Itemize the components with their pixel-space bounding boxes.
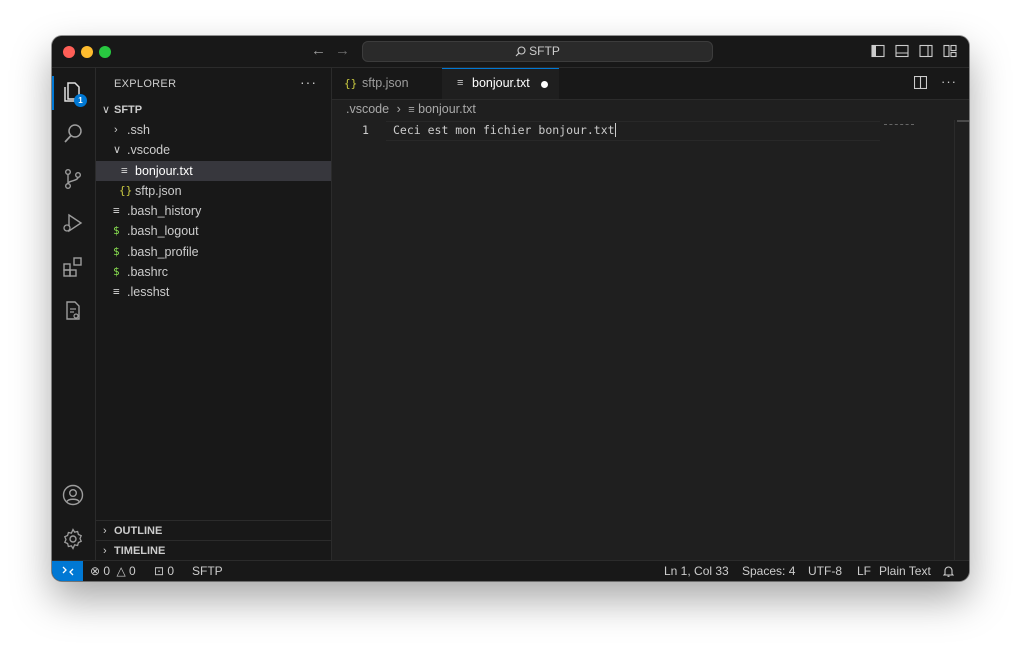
json-icon: {} (344, 77, 358, 90)
notifications-bell-icon[interactable] (942, 561, 955, 581)
language-mode[interactable]: Plain Text (879, 561, 931, 581)
tree-item-bonjour-txt[interactable]: ≡ bonjour.txt (96, 161, 331, 181)
command-center-label: SFTP (529, 44, 560, 58)
line-number: 1 (362, 123, 369, 137)
more-actions-icon[interactable]: ··· (300, 74, 317, 90)
tab-sftp-json[interactable]: {} sftp.json (332, 68, 442, 99)
unsaved-dot-icon[interactable] (541, 81, 548, 88)
code-text: Ceci est mon fichier bonjour.txt (393, 123, 615, 137)
run-debug-icon[interactable] (61, 211, 87, 237)
timeline-header: › TIMELINE (96, 541, 331, 561)
tree-item-bash-history[interactable]: ≡ .bash_history (96, 201, 331, 221)
indentation[interactable]: Spaces: 4 (742, 561, 795, 581)
source-control-icon[interactable] (61, 167, 87, 193)
error-icon: ⊗ (90, 564, 101, 578)
editor-tabs: {} sftp.json ≡ bonjour.txt ··· (332, 68, 969, 100)
tree-item-bash-logout[interactable]: $ .bash_logout (96, 221, 331, 241)
status-bar: ⊗ 0 △ 0 ⊡ 0 SFTP Ln 1, Col 33 Spaces: 4 … (52, 560, 969, 581)
vscode-window: ← → SFTP 1 EXPLORER ··· ∨ SFTP › .ssh ∨ … (52, 36, 969, 581)
text-file-icon: ≡ (113, 285, 120, 298)
toggle-primary-sidebar-icon[interactable] (871, 44, 885, 58)
search-icon (515, 46, 526, 57)
chevron-right-icon: › (114, 124, 118, 136)
text-file-icon: ≡ (121, 164, 128, 177)
text-file-icon: ≡ (408, 104, 415, 116)
text-file-icon: ≡ (113, 204, 120, 217)
accounts-icon[interactable] (61, 483, 87, 509)
toggle-secondary-sidebar-icon[interactable] (919, 44, 933, 58)
minimap[interactable] (884, 124, 914, 127)
tab-bonjour-txt[interactable]: ≡ bonjour.txt (442, 68, 559, 99)
explorer-badge: 1 (74, 94, 87, 107)
toggle-panel-icon[interactable] (895, 44, 909, 58)
tree-item-bashrc[interactable]: $ .bashrc (96, 262, 331, 282)
ports-indicator[interactable]: ⊡ 0 (154, 561, 174, 581)
warning-icon: △ (116, 564, 126, 578)
shell-script-icon: $ (113, 265, 120, 278)
tree-item-ssh[interactable]: › .ssh (96, 120, 331, 140)
breadcrumb-folder[interactable]: .vscode (346, 102, 389, 116)
overview-ruler-marker (957, 120, 969, 122)
layout-controls (871, 44, 957, 58)
command-center-search[interactable]: SFTP (362, 41, 713, 62)
shell-script-icon: $ (113, 224, 120, 237)
json-icon: {} (119, 184, 133, 197)
text-cursor (614, 123, 616, 137)
breadcrumb: .vscode › ≡ bonjour.txt (346, 102, 476, 116)
explorer-sidebar: EXPLORER ··· ∨ SFTP › .ssh ∨ .vscode ≡ b… (96, 68, 332, 560)
forward-arrow-icon[interactable]: → (335, 42, 350, 60)
outline-section[interactable]: › OUTLINE (96, 520, 331, 537)
remote-explorer-icon[interactable] (61, 299, 87, 325)
problems-indicator[interactable]: ⊗ 0 △ 0 (90, 561, 136, 581)
explorer-icon[interactable]: 1 (52, 76, 87, 110)
split-editor-icon[interactable] (913, 75, 928, 92)
back-arrow-icon[interactable]: ← (311, 42, 326, 60)
outline-header: › OUTLINE (96, 521, 331, 541)
close-window-button[interactable] (63, 46, 75, 58)
text-file-icon: ≡ (457, 77, 464, 89)
encoding[interactable]: UTF-8 (808, 561, 842, 581)
shell-script-icon: $ (113, 245, 120, 258)
explorer-header: EXPLORER (114, 78, 177, 90)
broadcast-icon: ⊡ (154, 564, 165, 578)
tree-item-vscode[interactable]: ∨ .vscode (96, 140, 331, 160)
chevron-down-icon: ∨ (113, 144, 122, 156)
breadcrumb-separator-icon: › (396, 102, 401, 116)
customize-layout-icon[interactable] (943, 44, 957, 58)
chevron-right-icon: › (103, 545, 107, 557)
remote-indicator-icon[interactable] (52, 561, 83, 581)
tree-item-sftp-json[interactable]: {} sftp.json (96, 181, 331, 201)
editor-actions: ··· (913, 75, 957, 92)
sftp-status[interactable]: SFTP (192, 561, 223, 581)
cursor-position[interactable]: Ln 1, Col 33 (664, 561, 729, 581)
activity-bar: 1 (52, 68, 96, 560)
code-line[interactable]: Ceci est mon fichier bonjour.txt (393, 123, 616, 137)
minimize-window-button[interactable] (81, 46, 93, 58)
tree-item-bash-profile[interactable]: $ .bash_profile (96, 242, 331, 262)
workspace-root[interactable]: ∨ SFTP (96, 100, 331, 120)
breadcrumb-file[interactable]: bonjour.txt (418, 102, 476, 116)
maximize-window-button[interactable] (99, 46, 111, 58)
settings-gear-icon[interactable] (61, 527, 87, 553)
more-actions-icon[interactable]: ··· (941, 75, 957, 92)
chevron-right-icon: › (103, 525, 107, 537)
chevron-down-icon: ∨ (102, 104, 111, 116)
vertical-scrollbar[interactable] (954, 120, 955, 560)
search-icon[interactable] (61, 122, 87, 148)
tree-item-lesshst[interactable]: ≡ .lesshst (96, 282, 331, 302)
end-of-line[interactable]: LF (857, 561, 871, 581)
timeline-section[interactable]: › TIMELINE (96, 540, 331, 557)
title-bar: ← → SFTP (52, 36, 969, 68)
code-editor[interactable]: 1 Ceci est mon fichier bonjour.txt (332, 120, 969, 560)
extensions-icon[interactable] (61, 255, 87, 281)
